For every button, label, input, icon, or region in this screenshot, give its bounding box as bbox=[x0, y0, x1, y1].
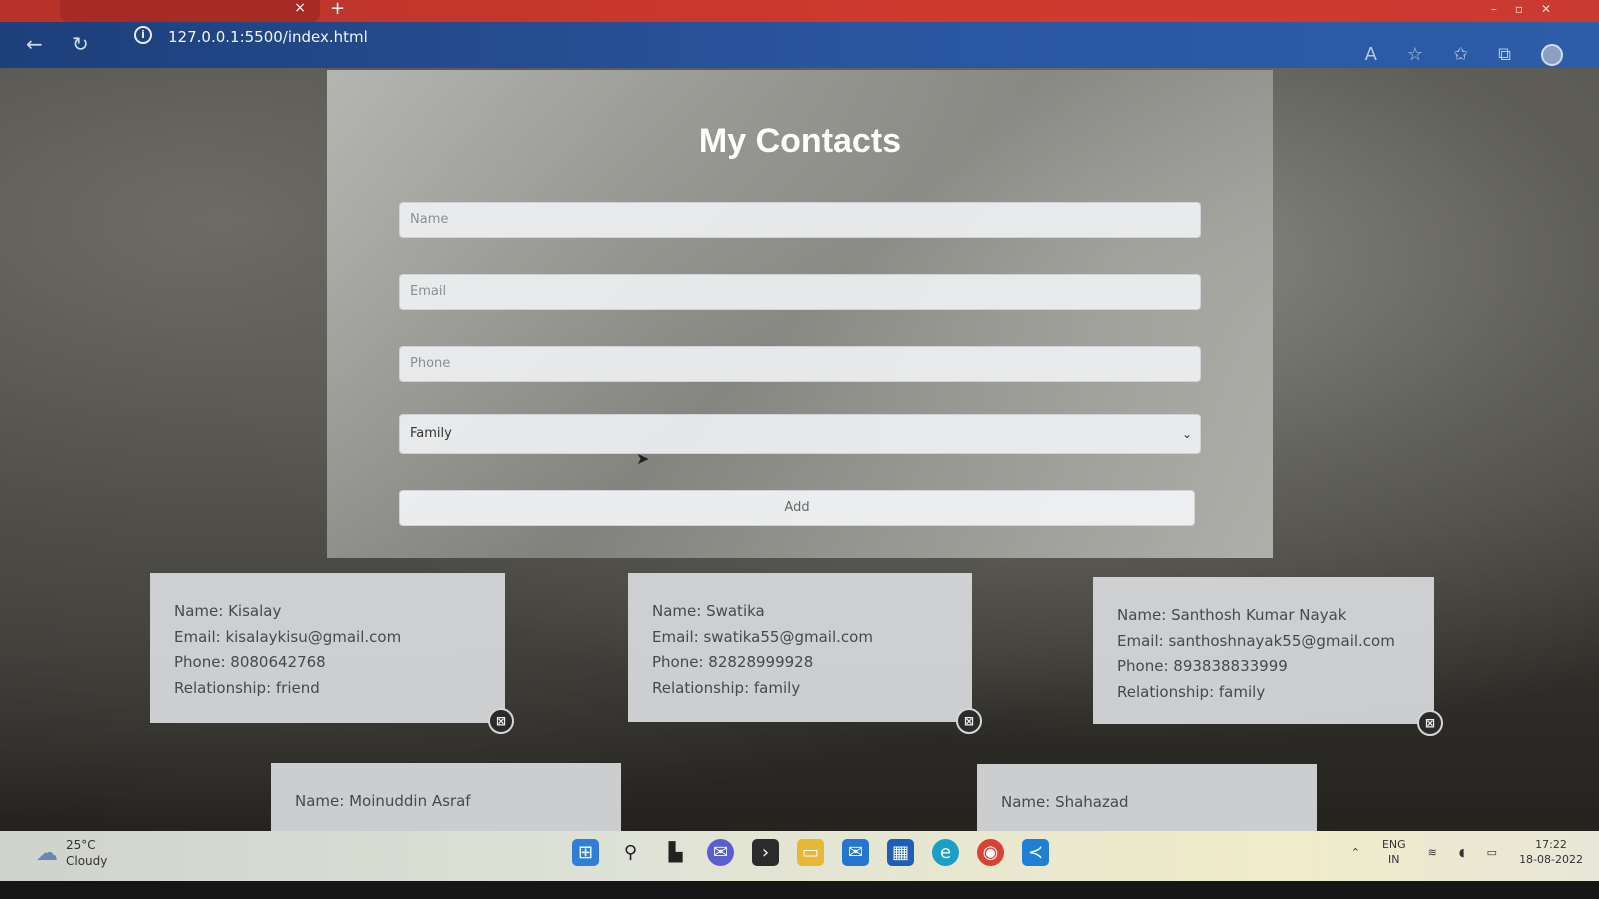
screen-bezel bbox=[0, 881, 1599, 899]
contact-name: Name: Moinuddin Asraf bbox=[295, 792, 471, 810]
contact-phone: Phone: 8080642768 bbox=[174, 653, 326, 671]
contact-relationship: Relationship: family bbox=[652, 678, 801, 697]
clock[interactable]: 17:22 18-08-2022 bbox=[1519, 837, 1583, 867]
page-title: My Contacts bbox=[698, 122, 902, 160]
window-controls[interactable]: –▫✕ bbox=[1491, 2, 1569, 16]
tab-close-button[interactable]: × bbox=[294, 0, 306, 16]
contact-card: Name: Swatika Email: swatika55@gmail.com… bbox=[628, 573, 972, 722]
chevron-down-icon: ⌄ bbox=[1181, 427, 1192, 441]
contact-email: Email: santhoshnayak55@gmail.com bbox=[1117, 631, 1395, 650]
task-view-icon[interactable]: ▙ bbox=[662, 839, 689, 866]
browser-tab-bar: × + –▫✕ bbox=[0, 0, 1599, 22]
collections-icon[interactable]: ⧉ bbox=[1498, 44, 1511, 66]
region-code: IN bbox=[1388, 853, 1400, 866]
contact-card: Name: Shahazad bbox=[977, 764, 1317, 831]
weather-widget[interactable]: ☁ 25°C Cloudy bbox=[36, 837, 107, 869]
contact-name: Name: Swatika bbox=[652, 602, 765, 620]
contact-card: Name: Santhosh Kumar Nayak Email: santho… bbox=[1093, 577, 1434, 724]
search-icon[interactable]: ⚲ bbox=[617, 839, 644, 866]
taskbar-apps: ⊞ ⚲ ▙ ✉ › ▭ ✉ ▦ e ◉ ≺ bbox=[572, 839, 1049, 866]
trash-x-icon[interactable]: ⊠ bbox=[488, 708, 514, 734]
add-button[interactable]: Add bbox=[399, 490, 1195, 526]
relationship-select[interactable]: Family ⌄ bbox=[399, 414, 1201, 454]
chrome-browser-icon[interactable]: ◉ bbox=[977, 839, 1004, 866]
contact-name: Name: Santhosh Kumar Nayak bbox=[1117, 606, 1347, 624]
chat-icon[interactable]: ✉ bbox=[707, 839, 734, 866]
reload-icon[interactable]: ↻ bbox=[72, 32, 89, 56]
system-tray: ⌃ ENG IN ≋ ◖ ▭ 17:22 18-08-2022 bbox=[1351, 837, 1583, 867]
contact-name: Name: Shahazad bbox=[1001, 793, 1129, 811]
browser-tab[interactable]: × bbox=[60, 0, 320, 22]
contact-name: Name: Kisalay bbox=[174, 602, 282, 620]
add-favorite-icon[interactable]: ☆ bbox=[1407, 44, 1423, 66]
email-input[interactable]: Email bbox=[399, 274, 1201, 310]
taskbar: ☁ 25°C Cloudy ⊞ ⚲ ▙ ✉ › ▭ ✉ ▦ e ◉ ≺ ⌃ EN… bbox=[0, 831, 1599, 881]
windows-start-icon[interactable]: ⊞ bbox=[572, 839, 599, 866]
battery-icon[interactable]: ▭ bbox=[1487, 846, 1497, 859]
mouse-cursor: ➤ bbox=[636, 449, 650, 468]
profile-avatar[interactable] bbox=[1541, 44, 1563, 66]
cloud-icon: ☁ bbox=[36, 840, 58, 866]
contact-relationship: Relationship: friend bbox=[174, 678, 320, 697]
new-tab-button[interactable]: + bbox=[330, 0, 345, 19]
url-field[interactable]: 127.0.0.1:5500/index.html bbox=[168, 28, 368, 46]
name-input[interactable]: Name bbox=[399, 202, 1201, 238]
clock-time: 17:22 bbox=[1535, 838, 1567, 851]
file-explorer-icon[interactable]: ▭ bbox=[797, 839, 824, 866]
read-aloud-icon[interactable]: A bbox=[1365, 44, 1377, 66]
vscode-icon[interactable]: ≺ bbox=[1022, 839, 1049, 866]
contact-email: Email: swatika55@gmail.com bbox=[652, 627, 873, 646]
weather-temperature: 25°C bbox=[66, 838, 96, 852]
store-icon[interactable]: ▦ bbox=[887, 839, 914, 866]
contact-phone: Phone: 82828999928 bbox=[652, 653, 814, 671]
contact-card: Name: Kisalay Email: kisalaykisu@gmail.c… bbox=[150, 573, 505, 723]
terminal-icon[interactable]: › bbox=[752, 839, 779, 866]
contact-card: Name: Moinuddin Asraf bbox=[271, 763, 621, 831]
language-indicator[interactable]: ENG IN bbox=[1382, 837, 1406, 867]
trash-x-icon[interactable]: ⊠ bbox=[1417, 710, 1443, 736]
language-code: ENG bbox=[1381, 838, 1406, 851]
page-content: My Contacts Name Email Phone Family ⌄ Ad… bbox=[0, 68, 1599, 831]
contact-form-card: My Contacts Name Email Phone Family ⌄ Ad… bbox=[327, 70, 1273, 558]
phone-input[interactable]: Phone bbox=[399, 346, 1201, 382]
browser-toolbar: A ☆ ✩ ⧉ bbox=[1365, 44, 1563, 66]
contact-email: Email: kisalaykisu@gmail.com bbox=[174, 627, 402, 646]
contact-phone: Phone: 893838833999 bbox=[1117, 657, 1288, 675]
address-bar: ← ↻ i 127.0.0.1:5500/index.html A ☆ ✩ ⧉ bbox=[0, 22, 1599, 68]
trash-x-icon[interactable]: ⊠ bbox=[956, 708, 982, 734]
weather-condition: Cloudy bbox=[66, 854, 108, 868]
mail-icon[interactable]: ✉ bbox=[842, 839, 869, 866]
volume-icon[interactable]: ◖ bbox=[1459, 846, 1465, 859]
chevron-up-icon[interactable]: ⌃ bbox=[1351, 846, 1360, 859]
contact-relationship: Relationship: family bbox=[1117, 682, 1266, 701]
relationship-select-value: Family bbox=[410, 426, 452, 441]
site-info-icon[interactable]: i bbox=[134, 26, 152, 44]
back-icon[interactable]: ← bbox=[26, 32, 43, 56]
clock-date: 18-08-2022 bbox=[1519, 853, 1583, 866]
edge-browser-icon[interactable]: e bbox=[932, 839, 959, 866]
wifi-icon[interactable]: ≋ bbox=[1428, 846, 1437, 859]
favorites-icon[interactable]: ✩ bbox=[1453, 44, 1468, 66]
